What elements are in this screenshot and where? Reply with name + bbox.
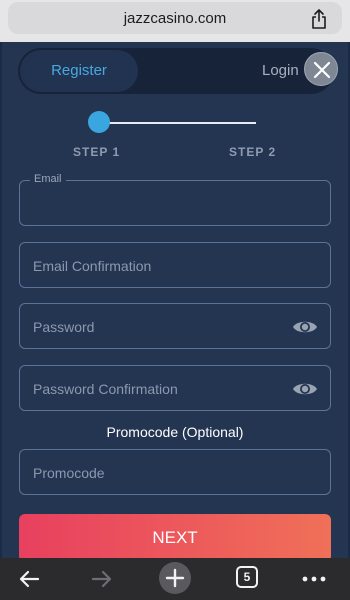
plus-icon[interactable] bbox=[158, 561, 192, 595]
step-progress-line bbox=[102, 122, 256, 124]
tab-register[interactable]: Register bbox=[20, 50, 138, 92]
share-icon[interactable] bbox=[310, 9, 328, 29]
next-button[interactable]: NEXT bbox=[19, 514, 331, 562]
tabs-button[interactable]: 5 bbox=[236, 566, 258, 588]
browser-toolbar: 5 bbox=[0, 558, 350, 600]
eye-icon[interactable] bbox=[292, 380, 318, 398]
arrow-right-icon[interactable] bbox=[88, 565, 116, 593]
email-label: Email bbox=[30, 173, 66, 185]
step-indicator-dot bbox=[88, 111, 110, 133]
register-modal: Register Login STEP 1 STEP 2 Email Email… bbox=[2, 42, 348, 562]
more-icon[interactable] bbox=[300, 565, 328, 593]
password-confirmation-placeholder: Password Confirmation bbox=[33, 381, 178, 397]
step-1-label: STEP 1 bbox=[73, 145, 121, 159]
promocode-field[interactable]: Promocode bbox=[19, 449, 331, 495]
step-2-label: STEP 2 bbox=[229, 145, 277, 159]
eye-icon[interactable] bbox=[292, 318, 318, 336]
arrow-left-icon[interactable] bbox=[16, 565, 44, 593]
auth-tabs: Register Login bbox=[18, 48, 334, 94]
password-confirmation-field[interactable]: Password Confirmation bbox=[19, 365, 331, 411]
email-field[interactable]: Email bbox=[19, 173, 331, 226]
tab-login[interactable]: Login bbox=[262, 50, 299, 92]
email-confirmation-placeholder: Email Confirmation bbox=[33, 258, 152, 274]
password-placeholder: Password bbox=[33, 319, 95, 335]
promocode-title: Promocode (Optional) bbox=[106, 424, 244, 440]
close-icon bbox=[313, 61, 331, 79]
password-field[interactable]: Password bbox=[19, 303, 331, 349]
url-field[interactable]: jazzcasino.com bbox=[8, 2, 342, 34]
promocode-placeholder: Promocode bbox=[33, 465, 105, 481]
browser-address-bar: jazzcasino.com bbox=[0, 0, 350, 42]
url-text: jazzcasino.com bbox=[123, 10, 227, 27]
close-button[interactable] bbox=[304, 52, 338, 86]
email-confirmation-field[interactable]: Email Confirmation bbox=[19, 242, 331, 288]
